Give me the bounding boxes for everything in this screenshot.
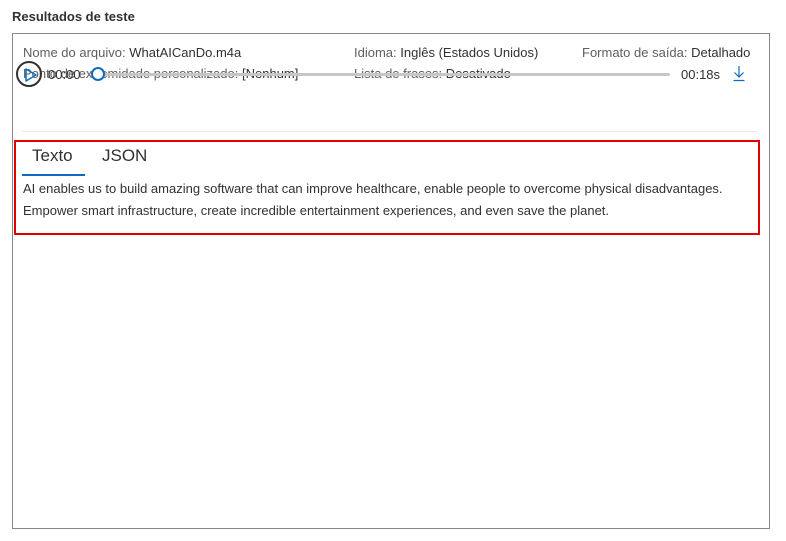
file-name-label: Nome do arquivo:: [23, 45, 126, 60]
play-button[interactable]: [16, 61, 42, 87]
file-name-info: Nome do arquivo: WhatAICanDo.m4a: [23, 45, 241, 60]
output-format-info: Formato de saída: Detalhado: [582, 45, 750, 60]
language-info: Idioma: Inglês (Estados Unidos): [354, 45, 538, 60]
divider: [22, 131, 758, 132]
seek-track[interactable]: [94, 73, 670, 76]
transcription-text: AI enables us to build amazing software …: [23, 181, 723, 218]
play-icon: [25, 68, 37, 82]
audio-player: 00:00 00:18s: [16, 61, 746, 91]
section-title: Resultados de teste: [12, 9, 135, 24]
file-name-value: WhatAICanDo.m4a: [129, 45, 242, 60]
output-format-label: Formato de saída:: [582, 45, 688, 60]
test-results-panel: [12, 33, 770, 529]
download-icon: [733, 66, 745, 82]
current-time: 00:00: [48, 67, 81, 82]
tab-json[interactable]: JSON: [102, 146, 147, 166]
output-format-value: Detalhado: [691, 45, 751, 60]
tab-selected-indicator: [22, 174, 85, 176]
download-button[interactable]: [732, 64, 746, 82]
language-label: Idioma:: [354, 45, 397, 60]
seek-thumb[interactable]: [91, 67, 105, 81]
duration: 00:18s: [681, 67, 721, 82]
language-value: Inglês (Estados Unidos): [400, 45, 539, 60]
tab-texto[interactable]: Texto: [32, 146, 73, 166]
